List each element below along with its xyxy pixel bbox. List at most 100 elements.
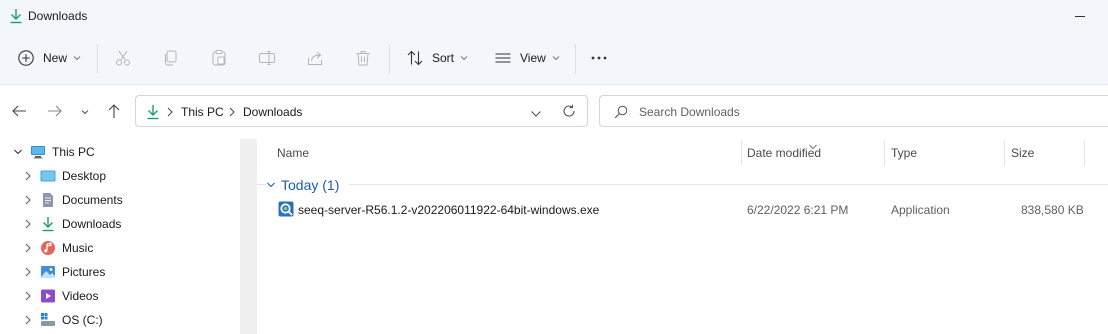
title-bar: Downloads <box>0 0 1108 32</box>
sidebar-item-label: Documents <box>62 193 123 207</box>
table-row[interactable]: seeq-server-R56.1.2-v202206011922-64bit-… <box>257 198 1108 222</box>
forward-button[interactable] <box>44 102 66 122</box>
address-bar[interactable]: This PC Downloads <box>135 95 588 127</box>
file-name[interactable]: seeq-server-R56.1.2-v202206011922-64bit-… <box>298 203 599 217</box>
arrow-right-icon <box>47 104 63 121</box>
file-size: 838,580 KB <box>1021 203 1084 217</box>
arrow-left-icon <box>11 104 27 121</box>
scissors-icon <box>114 49 132 67</box>
up-button[interactable] <box>103 102 125 122</box>
chevron-down-icon <box>80 105 90 119</box>
sidebar-item-desktop[interactable]: Desktop <box>22 165 106 187</box>
refresh-button[interactable] <box>562 104 576 121</box>
breadcrumb-this-pc[interactable]: This PC <box>181 105 224 119</box>
sidebar-item-label: Pictures <box>62 265 106 279</box>
chevron-down-icon <box>460 55 468 61</box>
sidebar-item-label: Downloads <box>62 217 122 231</box>
download-icon <box>40 216 56 232</box>
address-row: This PC Downloads Search Downloads <box>0 85 1108 139</box>
paste-button[interactable] <box>210 44 228 72</box>
delete-button[interactable] <box>354 44 372 72</box>
pane-splitter[interactable] <box>240 139 257 334</box>
sort-button[interactable]: Sort <box>406 44 468 72</box>
chevron-right-icon[interactable] <box>22 218 34 230</box>
pc-icon <box>30 144 46 160</box>
group-header-today[interactable]: Today (1) <box>266 177 350 193</box>
rename-button[interactable] <box>258 44 276 72</box>
column-divider[interactable] <box>741 141 742 166</box>
pictures-icon <box>40 264 56 280</box>
arrow-up-icon <box>107 103 121 122</box>
download-icon <box>9 8 23 24</box>
toolbar-divider <box>389 44 390 74</box>
breadcrumb-downloads[interactable]: Downloads <box>243 105 302 119</box>
download-icon <box>146 104 160 123</box>
sidebar-item-pictures[interactable]: Pictures <box>22 261 105 283</box>
chevron-down-icon[interactable] <box>12 146 24 158</box>
music-icon <box>40 240 56 256</box>
column-header-date-modified[interactable]: Date modified <box>747 146 821 160</box>
more-options-button[interactable] <box>589 44 609 72</box>
window-title: Downloads <box>28 9 88 23</box>
sidebar-item-music[interactable]: Music <box>22 237 93 259</box>
sidebar-item-label: Desktop <box>62 169 107 183</box>
file-date-modified: 6/22/2022 6:21 PM <box>747 203 849 217</box>
sidebar-item-label: Music <box>62 241 94 255</box>
view-button[interactable]: View <box>494 44 560 72</box>
videos-icon <box>40 288 56 304</box>
search-input[interactable]: Search Downloads <box>599 95 1108 127</box>
sort-icon <box>406 49 424 67</box>
chevron-right-icon[interactable] <box>22 170 34 182</box>
sidebar-item-label: This PC <box>52 145 95 159</box>
search-placeholder: Search Downloads <box>639 105 740 119</box>
recent-locations-button[interactable] <box>74 102 96 122</box>
column-divider[interactable] <box>1004 141 1005 166</box>
group-divider-line <box>257 184 1108 185</box>
column-header-name[interactable]: Name <box>277 146 309 160</box>
back-button[interactable] <box>8 102 30 122</box>
chevron-right-icon[interactable] <box>22 242 34 254</box>
new-button[interactable]: New <box>17 44 81 72</box>
share-button[interactable] <box>306 44 324 72</box>
chevron-right-icon[interactable] <box>22 290 34 302</box>
chevron-down-icon <box>266 178 276 192</box>
new-button-label: New <box>43 51 68 65</box>
toolbar-divider <box>575 44 576 74</box>
chevron-right-icon[interactable] <box>22 314 34 326</box>
command-bar: New Sort View <box>0 32 1108 85</box>
clipboard-icon <box>210 49 228 67</box>
documents-icon <box>40 192 56 208</box>
column-header-size[interactable]: Size <box>1011 146 1034 160</box>
application-icon <box>278 201 294 220</box>
sort-button-label: Sort <box>432 51 455 65</box>
file-type: Application <box>891 203 950 217</box>
group-label: Today (1) <box>281 177 340 193</box>
column-header-type[interactable]: Type <box>891 146 917 160</box>
copy-button[interactable] <box>162 44 180 72</box>
file-list: Name Date modified Type Size Today (1) s… <box>257 139 1108 334</box>
sidebar-item-documents[interactable]: Documents <box>22 189 123 211</box>
drive-icon <box>40 312 56 328</box>
column-divider[interactable] <box>884 141 885 166</box>
view-list-icon <box>494 49 512 67</box>
add-icon <box>17 49 35 67</box>
address-history-dropdown[interactable] <box>530 107 542 121</box>
minimize-button[interactable] <box>1068 6 1092 26</box>
rename-icon <box>258 49 276 67</box>
cut-button[interactable] <box>114 44 132 72</box>
chevron-right-icon[interactable] <box>22 194 34 206</box>
sidebar-item-os-c[interactable]: OS (C:) <box>22 309 103 331</box>
sidebar-item-this-pc[interactable]: This PC <box>12 141 95 163</box>
trash-icon <box>354 49 372 67</box>
share-icon <box>306 49 324 67</box>
chevron-right-icon[interactable] <box>22 266 34 278</box>
desktop-folder-icon <box>40 168 56 184</box>
sidebar-item-downloads[interactable]: Downloads <box>22 213 121 235</box>
column-divider[interactable] <box>1084 141 1085 166</box>
copy-icon <box>162 49 180 67</box>
toolbar-divider <box>97 44 98 74</box>
navigation-pane: This PC Desktop Documents Downloads Musi… <box>0 139 240 334</box>
search-icon <box>614 105 628 122</box>
chevron-down-icon <box>73 55 81 61</box>
sidebar-item-videos[interactable]: Videos <box>22 285 98 307</box>
